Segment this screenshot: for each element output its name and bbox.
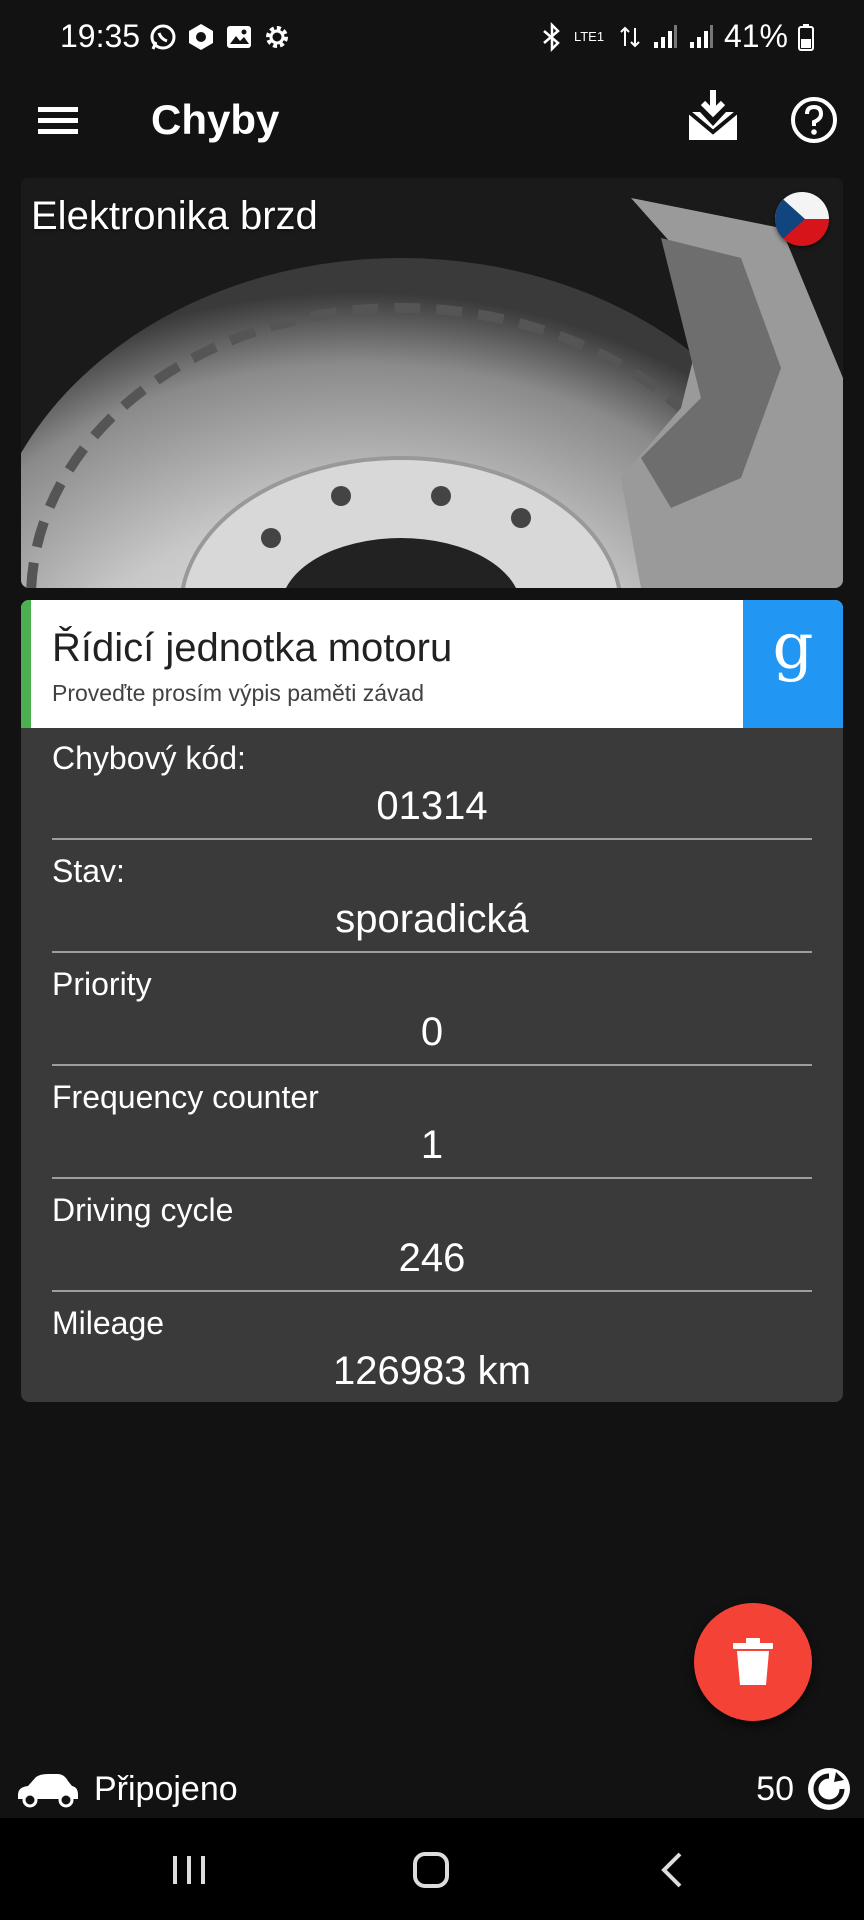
download-inbox-icon[interactable] [686, 88, 740, 146]
module-banner: Elektronika brzd [21, 178, 843, 588]
connection-label: Připojeno [94, 1769, 238, 1808]
counter-indicator: 50 [756, 1764, 852, 1814]
detail-label: Mileage [52, 1305, 165, 1341]
refresh-circle-icon [808, 1768, 850, 1810]
detail-value: sporadická [335, 897, 529, 941]
page-title: Chyby [151, 96, 280, 143]
recent-apps-icon[interactable] [164, 1848, 214, 1892]
fault-details: Chybový kód: 01314 Stav: sporadická Prio… [21, 728, 843, 1402]
detail-label: Driving cycle [52, 1192, 234, 1228]
google-search-button[interactable]: g [743, 600, 843, 728]
detail-value: 1 [420, 1123, 444, 1167]
detail-value: 01314 [376, 784, 488, 828]
module-title: Elektronika brzd [31, 194, 318, 238]
signal-icon-1 [653, 24, 677, 48]
ecu-header: Řídicí jednotka motoru Proveďte prosím v… [21, 600, 843, 728]
detail-label: Priority [52, 966, 152, 1002]
detail-row-fault-code: Chybový kód: 01314 [52, 728, 812, 840]
app-hex-icon [189, 24, 213, 50]
battery-icon [798, 23, 814, 51]
divider [52, 1290, 812, 1292]
google-search-icon: g [772, 610, 814, 684]
ecu-status-accent [21, 600, 31, 728]
system-nav-bar [0, 1818, 864, 1920]
delete-faults-button[interactable] [694, 1603, 812, 1721]
help-circle-icon[interactable] [790, 96, 838, 144]
system-icons: LTE1 41% [540, 18, 814, 55]
trash-icon [733, 1638, 773, 1685]
gallery-icon [227, 26, 251, 48]
bluetooth-icon [543, 21, 560, 52]
status-time: 19:35 [60, 18, 141, 54]
signal-icon-2 [689, 24, 713, 48]
detail-row-status: Stav: sporadická [52, 841, 812, 953]
detail-value: 126983 km [333, 1349, 531, 1393]
detail-label: Stav: [52, 853, 125, 889]
whatsapp-icon [150, 24, 176, 50]
detail-label: Chybový kód: [52, 740, 246, 776]
app-bar: Chyby [0, 74, 864, 170]
home-icon[interactable] [406, 1848, 456, 1892]
detail-row-frequency: Frequency counter 1 [52, 1067, 812, 1179]
settings-gear-icon [266, 26, 288, 48]
detail-row-mileage: Mileage 126983 km [52, 1293, 812, 1405]
back-icon[interactable] [648, 1848, 698, 1892]
notification-icons [148, 22, 292, 52]
network-type-label: LTE1 [573, 28, 605, 44]
status-bar: 19:35 LTE1 41% [0, 0, 864, 74]
detail-label: Frequency counter [52, 1079, 319, 1115]
divider [52, 951, 812, 953]
data-arrows-icon [620, 26, 640, 47]
detail-row-priority: Priority 0 [52, 954, 812, 1066]
divider [52, 1177, 812, 1179]
detail-row-driving-cycle: Driving cycle 246 [52, 1180, 812, 1292]
divider [52, 838, 812, 840]
detail-value: 0 [420, 1010, 444, 1054]
connection-status: Připojeno [14, 1764, 238, 1814]
brake-disc-image [21, 178, 843, 588]
czech-flag-icon[interactable] [775, 192, 829, 246]
car-icon [18, 1774, 78, 1808]
ecu-title: Řídicí jednotka motoru [52, 626, 453, 670]
divider [52, 1064, 812, 1066]
counter-value: 50 [756, 1769, 794, 1808]
ecu-subtitle: Proveďte prosím výpis paměti závad [52, 680, 425, 706]
detail-value: 246 [398, 1236, 466, 1280]
battery-percent: 41% [723, 18, 788, 54]
hamburger-menu-icon[interactable] [34, 96, 84, 146]
